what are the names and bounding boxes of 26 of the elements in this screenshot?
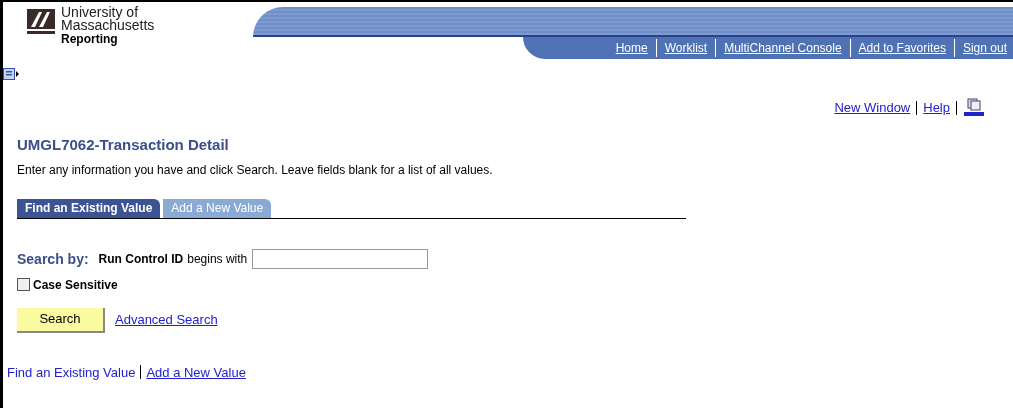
help-link[interactable]: Help xyxy=(923,98,950,118)
org-name: University of xyxy=(61,6,139,19)
search-button[interactable]: Search xyxy=(17,307,105,333)
checkbox-label: Case Sensitive xyxy=(33,276,118,294)
advanced-search-link[interactable]: Advanced Search xyxy=(115,310,218,330)
menu-toggle-icon[interactable] xyxy=(3,68,20,80)
nav-link[interactable]: Worklist xyxy=(662,39,710,57)
run-control-id-field[interactable] xyxy=(252,249,429,269)
field-label: Run Control ID xyxy=(98,251,184,268)
page-title: UMGL7062-Transaction Detail xyxy=(17,135,230,155)
search-by-label: Search by: xyxy=(17,249,89,269)
footer-link[interactable]: Find an Existing Value xyxy=(7,362,136,382)
nav-link[interactable]: Add to Favorites xyxy=(856,39,948,57)
app-name: Reporting xyxy=(61,33,119,46)
instructions: Enter any information you have and click Search. Leave fields blank for a list of all values. xyxy=(17,161,494,179)
nav-link[interactable]: MultiChannel Console xyxy=(722,39,844,57)
new-window-link[interactable]: New Window xyxy=(834,98,911,118)
case-sensitive-checkbox[interactable] xyxy=(17,278,30,291)
org-name: Massachusetts xyxy=(61,19,155,32)
page-link-icon[interactable] xyxy=(963,98,985,118)
nav-link[interactable]: Home xyxy=(613,39,650,57)
nav-link[interactable]: Sign out xyxy=(960,39,1009,57)
logo-icon xyxy=(27,9,55,35)
footer-link[interactable]: Add a New Value xyxy=(146,362,246,382)
operator-label: begins with xyxy=(187,251,248,268)
tab[interactable]: Find an Existing Value xyxy=(17,198,161,218)
